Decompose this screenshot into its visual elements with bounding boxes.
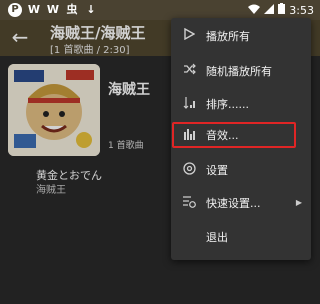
- play-icon: [181, 27, 197, 44]
- menu-item-label: 快速设置...: [206, 196, 261, 210]
- menu-item-label: 播放所有: [206, 29, 250, 43]
- notification-w2-icon: W: [46, 3, 60, 16]
- menu-item-settings[interactable]: 设置: [171, 154, 311, 185]
- menu-item-label: 排序......: [206, 97, 249, 111]
- menu-item-play-all[interactable]: 播放所有: [171, 20, 311, 51]
- menu-item-label: 随机播放所有: [206, 64, 272, 78]
- battery-icon: [278, 3, 286, 17]
- menu-item-label: 退出: [206, 230, 228, 244]
- notification-icons: P W W 虫 ↓: [8, 3, 98, 17]
- system-status: 3:53: [248, 3, 314, 17]
- options-menu: 播放所有 随机播放所有 排序...... 音效... 设置 快速设置... ▶ …: [171, 18, 311, 260]
- settings-icon: [181, 161, 197, 178]
- download-icon: ↓: [86, 3, 96, 16]
- sort-icon: [181, 96, 197, 112]
- menu-item-label: 设置: [206, 163, 228, 177]
- menu-item-quick-settings[interactable]: 快速设置... ▶: [171, 187, 311, 218]
- notification-p-icon: P: [8, 3, 22, 17]
- selection-highlight: [172, 122, 296, 148]
- menu-item-exit[interactable]: 退出: [171, 221, 311, 252]
- signal-icon: [264, 3, 275, 17]
- status-bar: P W W 虫 ↓ 3:53: [0, 0, 320, 20]
- menu-item-sort[interactable]: 排序......: [171, 88, 311, 119]
- clock: 3:53: [289, 3, 314, 17]
- notification-bug-icon: 虫: [66, 3, 78, 16]
- shuffle-icon: [181, 63, 197, 79]
- quick-settings-icon: [181, 195, 197, 211]
- notification-w-icon: W: [27, 3, 41, 16]
- menu-item-shuffle-all[interactable]: 随机播放所有: [171, 55, 311, 86]
- submenu-arrow-icon: ▶: [295, 198, 302, 207]
- wifi-icon: [248, 4, 261, 17]
